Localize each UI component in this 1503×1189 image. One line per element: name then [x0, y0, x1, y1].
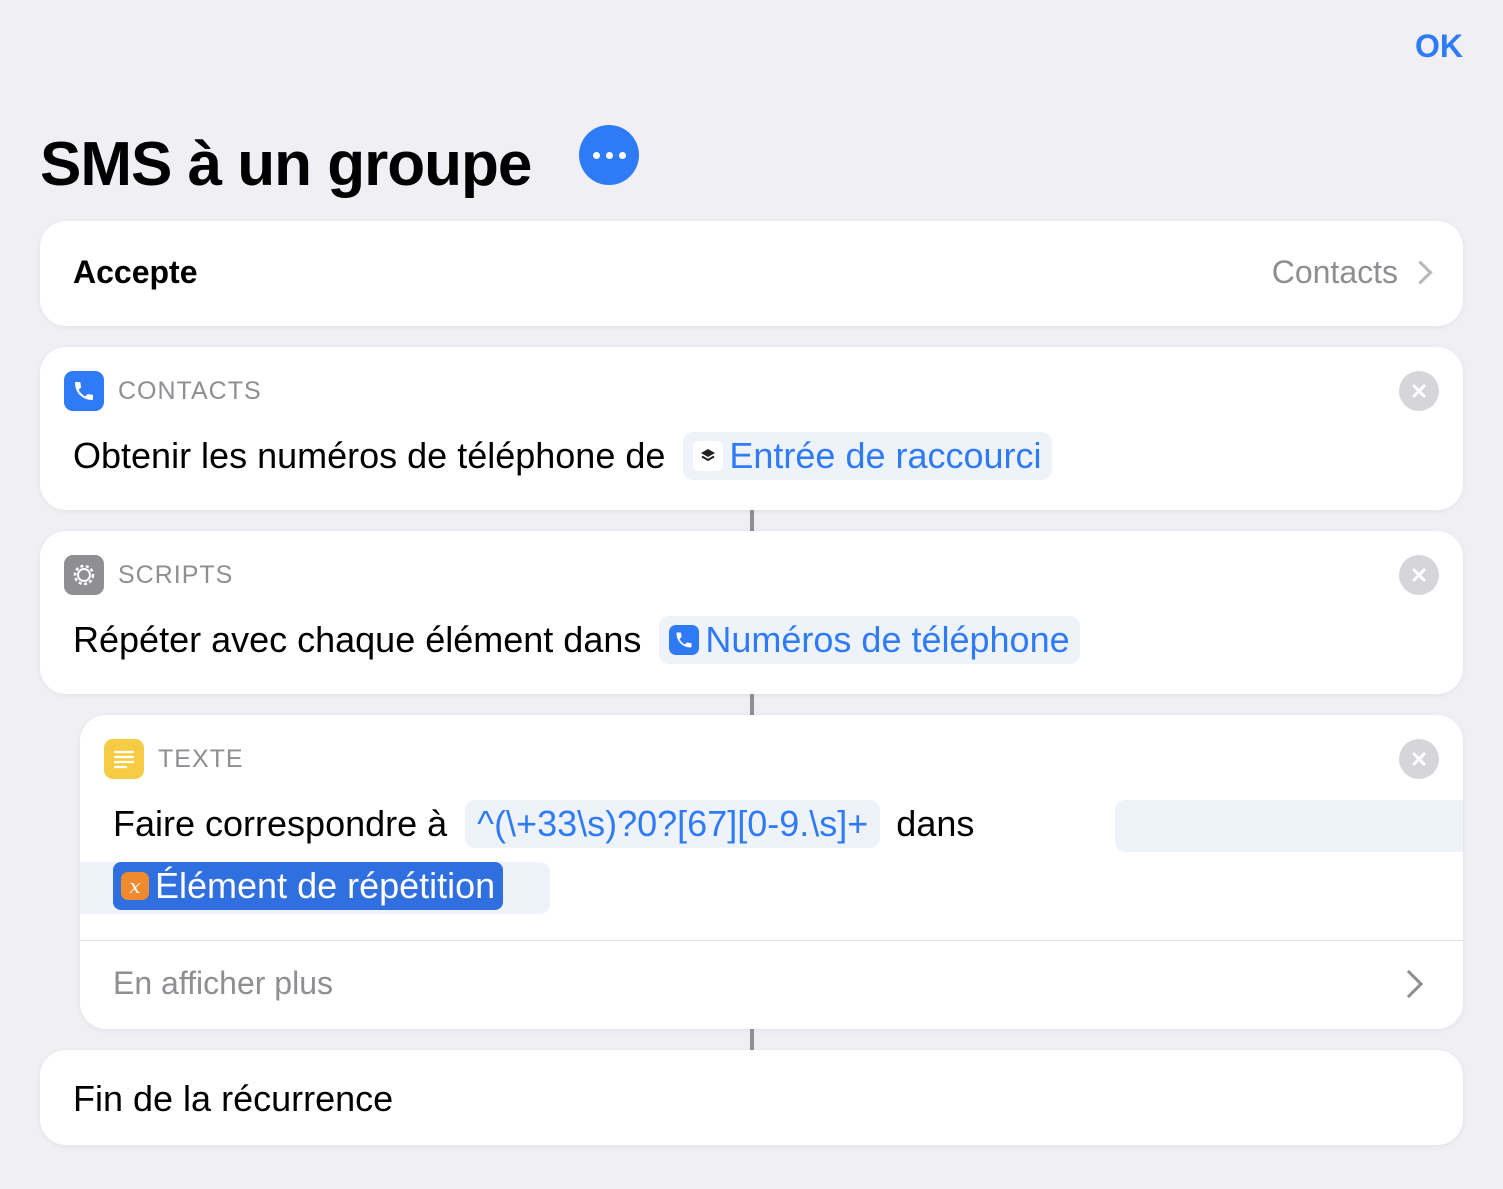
- action-text: Obtenir les numéros de téléphone de: [73, 435, 666, 476]
- action-sentence: Obtenir les numéros de téléphone de Entr…: [73, 432, 1052, 480]
- token-label: Numéros de téléphone: [705, 619, 1070, 660]
- chevron-right-icon: [1408, 260, 1433, 285]
- page-title: SMS à un groupe: [40, 130, 532, 199]
- input-highlight: [1115, 800, 1463, 852]
- action-scripts[interactable]: SCRIPTS Répéter avec chaque élément dans…: [40, 531, 1463, 694]
- action-texte[interactable]: TEXTE Faire correspondre à ^(\+33\s)?0?[…: [80, 715, 1463, 1029]
- end-repeat-label: Fin de la récurrence: [73, 1078, 394, 1119]
- category-label: TEXTE: [158, 744, 244, 773]
- flow-connector: [750, 1029, 754, 1050]
- action-contacts[interactable]: CONTACTS Obtenir les numéros de téléphon…: [40, 347, 1463, 510]
- action-text-mid: dans: [896, 803, 975, 844]
- action-header: TEXTE: [104, 739, 244, 779]
- gear-icon: [64, 555, 104, 595]
- phone-icon: [669, 625, 700, 655]
- category-label: CONTACTS: [118, 376, 262, 405]
- action-sentence: Répéter avec chaque élément dans Numéros…: [73, 616, 1080, 664]
- action-header: CONTACTS: [64, 371, 262, 411]
- close-icon: [1412, 568, 1426, 582]
- divider: [80, 940, 1463, 941]
- flow-connector: [750, 510, 754, 531]
- action-end-repeat[interactable]: Fin de la récurrence: [40, 1050, 1463, 1145]
- chevron-right-icon: [1394, 969, 1424, 998]
- show-more-row[interactable]: En afficher plus: [113, 965, 1429, 1002]
- ellipsis-icon[interactable]: [579, 125, 640, 185]
- accepts-label: Accepte: [73, 254, 198, 290]
- remove-action-button[interactable]: [1399, 739, 1439, 779]
- flow-connector: [750, 694, 754, 715]
- action-sentence: Faire correspondre à ^(\+33\s)?0?[67][0-…: [113, 800, 974, 848]
- category-label: SCRIPTS: [118, 560, 234, 589]
- close-icon: [1412, 384, 1426, 398]
- accepts-row[interactable]: Accepte Contacts: [40, 221, 1463, 326]
- show-more-label: En afficher plus: [113, 965, 333, 1001]
- variable-icon: x: [121, 872, 149, 900]
- accepts-value[interactable]: Contacts: [1271, 254, 1433, 291]
- token-label: Élément de répétition: [155, 865, 496, 906]
- shortcut-input-token[interactable]: Entrée de raccourci: [683, 432, 1052, 480]
- layers-icon: [693, 441, 724, 471]
- text-icon: [104, 739, 144, 779]
- input-variable-line: x Élément de répétition: [113, 862, 504, 910]
- repeat-item-token[interactable]: x Élément de répétition: [113, 862, 504, 910]
- pattern-field[interactable]: ^(\+33\s)?0?[67][0-9.\s]+: [465, 800, 881, 848]
- remove-action-button[interactable]: [1399, 371, 1439, 411]
- token-label: Entrée de raccourci: [729, 435, 1042, 476]
- phone-icon: [64, 371, 104, 411]
- action-header: SCRIPTS: [64, 555, 233, 595]
- ok-button[interactable]: OK: [1415, 28, 1463, 65]
- action-text: Faire correspondre à: [113, 803, 448, 844]
- phone-numbers-token[interactable]: Numéros de téléphone: [659, 616, 1080, 664]
- remove-action-button[interactable]: [1399, 555, 1439, 595]
- accepts-value-text: Contacts: [1271, 254, 1398, 290]
- title-row: SMS à un groupe: [40, 125, 640, 205]
- action-text: Répéter avec chaque élément dans: [73, 619, 642, 660]
- close-icon: [1412, 752, 1426, 766]
